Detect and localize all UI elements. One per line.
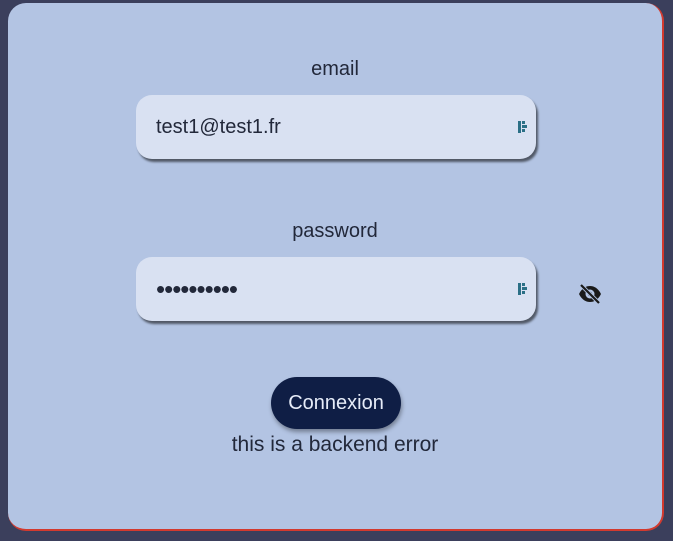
password-label: password <box>292 220 378 242</box>
password-field[interactable] <box>136 256 516 322</box>
email-field-container <box>136 94 536 160</box>
error-message: this is a backend error <box>231 433 439 456</box>
eye-off-icon <box>579 283 601 305</box>
login-card: email password <box>8 3 664 531</box>
email-field[interactable] <box>136 94 516 160</box>
connexion-button[interactable]: Connexion <box>271 377 401 429</box>
password-field-container <box>136 256 536 322</box>
password-visibility-toggle[interactable] <box>576 281 604 307</box>
email-label: email <box>311 58 359 80</box>
password-manager-icon[interactable] <box>516 119 530 135</box>
password-manager-icon[interactable] <box>516 281 530 297</box>
